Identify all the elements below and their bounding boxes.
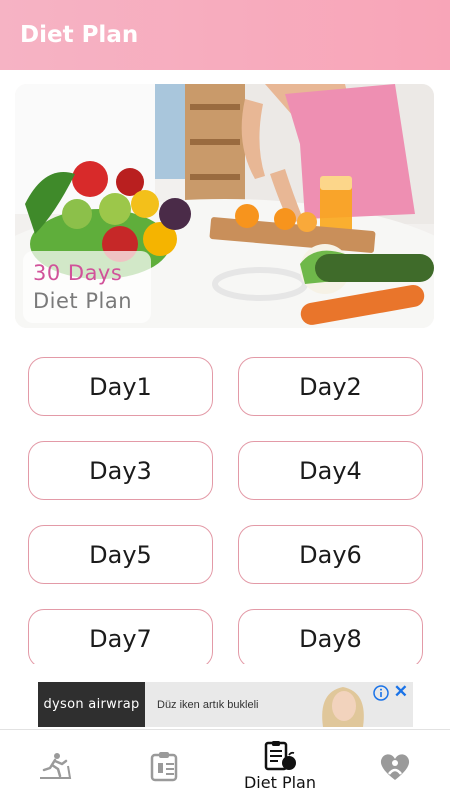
day-4-button[interactable]: Day4 (238, 441, 423, 500)
nav-item-workout[interactable] (20, 730, 90, 800)
ad-banner[interactable]: dyson airwrap Düz iken artık bukleli ✕ (38, 682, 413, 727)
nav-item-health[interactable] (360, 730, 430, 800)
nav-item-diet-plan[interactable]: Diet Plan (238, 730, 322, 800)
treadmill-icon (40, 753, 72, 779)
day-1-button[interactable]: Day1 (28, 357, 213, 416)
nav-item-plans[interactable] (130, 730, 200, 800)
day-2-button[interactable]: Day2 (238, 357, 423, 416)
day-5-button[interactable]: Day5 (28, 525, 213, 584)
heart-icon (380, 754, 410, 780)
ad-brand-logo: dyson airwrap (38, 682, 145, 727)
banner-subtitle: Diet Plan (33, 289, 133, 313)
day-3-button[interactable]: Day3 (28, 441, 213, 500)
day-8-button[interactable]: Day8 (238, 609, 423, 664)
banner-title: 30 Days (33, 261, 123, 285)
banner-caption: 30 Days Diet Plan (23, 251, 151, 323)
clipboard-icon (150, 752, 178, 782)
nav-label-diet-plan: Diet Plan (243, 773, 316, 792)
page-title: Diet Plan (20, 22, 139, 48)
ad-model-image (308, 682, 378, 727)
app-bar: Diet Plan (0, 0, 450, 70)
hero-banner: 30 Days Diet Plan (15, 84, 434, 328)
ad-info-icon[interactable] (373, 685, 389, 701)
diet-plan-icon (264, 741, 296, 771)
bottom-nav: Diet Plan (0, 729, 450, 800)
ad-close-icon[interactable]: ✕ (394, 683, 408, 701)
days-grid: Day1 Day2 Day3 Day4 Day5 Day6 Day7 Day8 (0, 340, 450, 664)
day-7-button[interactable]: Day7 (28, 609, 213, 664)
ad-text: Düz iken artık bukleli (157, 698, 259, 711)
day-6-button[interactable]: Day6 (238, 525, 423, 584)
